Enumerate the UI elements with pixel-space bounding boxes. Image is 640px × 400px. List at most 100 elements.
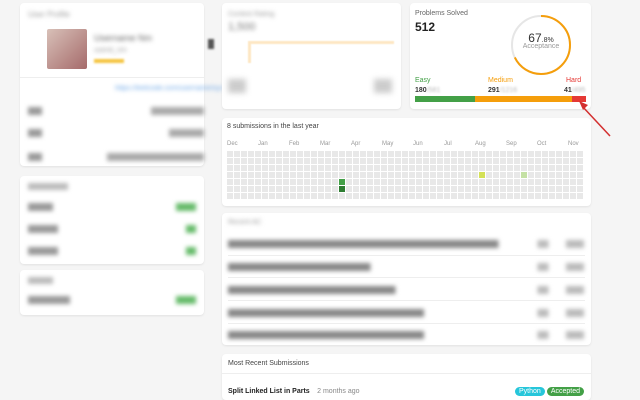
calendar-day[interactable] [402,193,408,199]
calendar-day[interactable] [570,193,576,199]
calendar-day[interactable] [535,193,541,199]
calendar-day[interactable] [409,179,415,185]
calendar-day[interactable] [570,186,576,192]
calendar-day[interactable] [353,151,359,157]
calendar-day[interactable] [255,165,261,171]
calendar-day[interactable] [276,186,282,192]
calendar-day[interactable] [304,165,310,171]
calendar-day[interactable] [514,165,520,171]
calendar-day[interactable] [318,158,324,164]
calendar-day[interactable] [500,158,506,164]
calendar-day[interactable] [416,165,422,171]
calendar-day[interactable] [528,165,534,171]
calendar-day[interactable] [472,165,478,171]
calendar-day[interactable] [549,179,555,185]
calendar-day[interactable] [374,158,380,164]
calendar-day[interactable] [542,193,548,199]
calendar-day[interactable] [297,193,303,199]
calendar-day[interactable] [549,193,555,199]
calendar-day[interactable] [353,186,359,192]
calendar-day[interactable] [290,193,296,199]
calendar-day[interactable] [444,193,450,199]
calendar-day[interactable] [304,186,310,192]
calendar-day[interactable] [360,193,366,199]
calendar-day[interactable] [381,158,387,164]
calendar-day[interactable] [374,172,380,178]
calendar-day[interactable] [311,165,317,171]
calendar-day[interactable] [262,165,268,171]
calendar-day[interactable] [318,172,324,178]
calendar-day[interactable] [297,151,303,157]
calendar-day[interactable] [339,172,345,178]
calendar-day[interactable] [430,165,436,171]
calendar-day[interactable] [325,193,331,199]
calendar-day[interactable] [465,179,471,185]
calendar-day[interactable] [486,186,492,192]
calendar-day[interactable] [549,165,555,171]
calendar-day[interactable] [486,179,492,185]
calendar-day[interactable] [318,179,324,185]
calendar-day[interactable] [465,193,471,199]
calendar-day[interactable] [248,186,254,192]
calendar-day[interactable] [479,158,485,164]
calendar-day[interactable] [521,186,527,192]
calendar-day[interactable] [395,179,401,185]
calendar-day[interactable] [563,179,569,185]
calendar-day[interactable] [395,193,401,199]
calendar-day[interactable] [353,172,359,178]
calendar-day[interactable] [465,172,471,178]
calendar-day[interactable] [234,151,240,157]
calendar-day[interactable] [458,193,464,199]
calendar-day[interactable] [577,165,583,171]
calendar-day[interactable] [437,186,443,192]
calendar-day[interactable] [402,151,408,157]
calendar-day[interactable] [255,193,261,199]
calendar-day[interactable] [248,151,254,157]
calendar-day[interactable] [521,179,527,185]
calendar-day[interactable] [381,186,387,192]
calendar-day[interactable] [367,158,373,164]
calendar-day[interactable] [262,193,268,199]
calendar-day[interactable] [290,179,296,185]
calendar-day[interactable] [276,158,282,164]
calendar-day[interactable] [234,165,240,171]
calendar-day[interactable] [318,165,324,171]
calendar-day[interactable] [577,186,583,192]
calendar-day[interactable] [353,193,359,199]
calendar-day[interactable] [388,193,394,199]
calendar-day[interactable] [269,165,275,171]
calendar-day[interactable] [374,165,380,171]
calendar-day[interactable] [535,158,541,164]
calendar-day[interactable] [479,172,485,178]
calendar-day[interactable] [290,172,296,178]
calendar-day[interactable] [311,186,317,192]
calendar-day[interactable] [458,186,464,192]
calendar-day[interactable] [528,179,534,185]
calendar-day[interactable] [255,151,261,157]
calendar-day[interactable] [241,172,247,178]
calendar-day[interactable] [556,151,562,157]
calendar-day[interactable] [332,186,338,192]
calendar-day[interactable] [472,172,478,178]
calendar-day[interactable] [346,158,352,164]
calendar-day[interactable] [346,165,352,171]
calendar-day[interactable] [577,172,583,178]
calendar-day[interactable] [507,172,513,178]
calendar-day[interactable] [486,165,492,171]
calendar-day[interactable] [227,165,233,171]
calendar-day[interactable] [423,193,429,199]
calendar-day[interactable] [276,165,282,171]
calendar-day[interactable] [430,179,436,185]
calendar-day[interactable] [227,186,233,192]
submission-problem[interactable]: Split Linked List in Parts [228,388,310,395]
calendar-day[interactable] [325,151,331,157]
calendar-day[interactable] [493,165,499,171]
calendar-day[interactable] [416,193,422,199]
calendar-day[interactable] [395,186,401,192]
calendar-day[interactable] [549,172,555,178]
calendar-day[interactable] [465,165,471,171]
calendar-day[interactable] [556,179,562,185]
calendar-day[interactable] [283,158,289,164]
calendar-day[interactable] [472,193,478,199]
calendar-day[interactable] [444,172,450,178]
